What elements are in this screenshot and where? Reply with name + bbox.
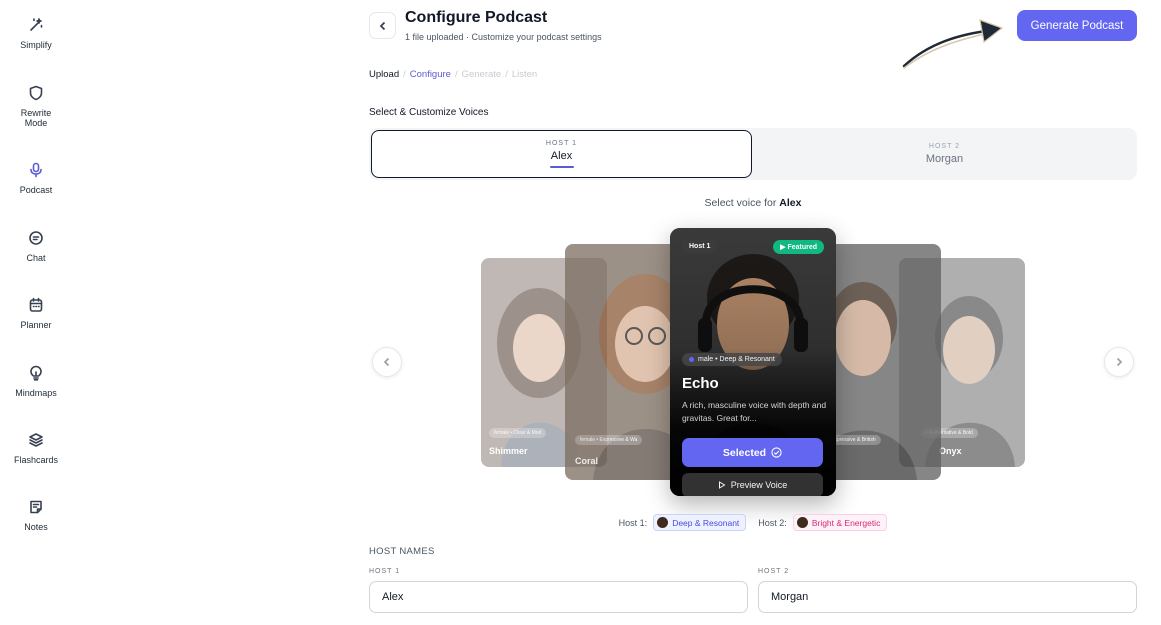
tab-host-2[interactable]: HOST 2 Morgan bbox=[752, 128, 1137, 180]
host-2-voice-pill: Bright & Energetic bbox=[792, 514, 888, 531]
tab-host-name: Morgan bbox=[925, 153, 964, 165]
voice-name: Shimmer bbox=[489, 446, 528, 456]
check-circle-icon bbox=[771, 447, 782, 458]
sidebar-item-label: Simplify bbox=[20, 40, 52, 50]
back-button[interactable] bbox=[369, 12, 396, 39]
play-icon bbox=[718, 481, 726, 489]
breadcrumb-upload[interactable]: Upload bbox=[369, 69, 399, 80]
magic-wand-icon bbox=[27, 16, 45, 34]
sidebar-item-label: Chat bbox=[26, 253, 46, 263]
host-2-field-label: HOST 2 bbox=[758, 568, 790, 575]
microphone-icon bbox=[27, 161, 45, 179]
voice-description: A rich, masculine voice with depth and g… bbox=[682, 400, 827, 423]
sidebar-item-notes[interactable]: Notes bbox=[0, 498, 72, 532]
sidebar: Simplify Rewrite Mode Podcast Chat Plann… bbox=[0, 0, 72, 625]
play-icon: ▶ bbox=[780, 244, 786, 251]
featured-badge: ▶ Featured bbox=[773, 240, 824, 254]
page-subtitle: 1 file uploaded · Customize your podcast… bbox=[405, 32, 602, 42]
sidebar-item-label: Podcast bbox=[19, 185, 53, 195]
select-voice-host: Alex bbox=[779, 197, 802, 209]
host-1-name-input[interactable] bbox=[369, 581, 748, 613]
host-badge: Host 1 bbox=[682, 240, 718, 253]
tab-label: HOST 2 bbox=[928, 143, 961, 150]
carousel-prev-button[interactable] bbox=[372, 347, 402, 377]
sidebar-item-label: Rewrite Mode bbox=[20, 108, 52, 128]
sidebar-item-planner[interactable]: Planner bbox=[0, 296, 72, 330]
sidebar-item-rewrite-mode[interactable]: Rewrite Mode bbox=[0, 84, 72, 128]
avatar bbox=[657, 517, 669, 528]
preview-voice-button[interactable]: Preview Voice bbox=[682, 473, 823, 496]
voice-carousel: female • Clear & Mod Shimmer • Authorita… bbox=[369, 215, 1137, 505]
host-2-summary-label: Host 2: bbox=[758, 517, 787, 528]
host-tabs: HOST 1 Alex HOST 2 Morgan bbox=[369, 128, 1137, 180]
breadcrumb-listen: Listen bbox=[511, 69, 538, 80]
voice-name: Onyx bbox=[939, 446, 962, 456]
sidebar-item-simplify[interactable]: Simplify bbox=[0, 16, 72, 50]
sidebar-item-podcast[interactable]: Podcast bbox=[0, 161, 72, 195]
sidebar-item-chat[interactable]: Chat bbox=[0, 229, 72, 263]
voice-trait-label: male • Deep & Resonant bbox=[698, 356, 775, 363]
curved-arrow-icon bbox=[902, 19, 1004, 69]
chevron-right-icon bbox=[1116, 357, 1123, 367]
lightbulb-icon bbox=[27, 364, 45, 382]
voice-tag: female • Expressive & Wa bbox=[575, 435, 643, 445]
host-1-voice-trait: Deep & Resonant bbox=[672, 517, 740, 528]
page-title: Configure Podcast bbox=[405, 9, 548, 26]
sidebar-item-flashcards[interactable]: Flashcards bbox=[0, 431, 72, 465]
trait-dot-icon bbox=[689, 356, 694, 362]
tab-label: HOST 1 bbox=[545, 140, 578, 147]
voice-name: Echo bbox=[682, 375, 719, 392]
layers-icon bbox=[27, 431, 45, 449]
host-1-voice-pill: Deep & Resonant bbox=[653, 514, 747, 531]
breadcrumb-configure: Configure bbox=[409, 69, 451, 80]
host-1-field-label: HOST 1 bbox=[369, 568, 401, 575]
voice-name: Coral bbox=[575, 456, 599, 466]
breadcrumb-separator: / bbox=[403, 69, 406, 80]
carousel-next-button[interactable] bbox=[1104, 347, 1134, 377]
avatar bbox=[796, 517, 808, 528]
tab-host-1[interactable]: HOST 1 Alex bbox=[371, 130, 752, 178]
sidebar-item-mindmaps[interactable]: Mindmaps bbox=[0, 364, 72, 398]
host-2-name-input[interactable] bbox=[758, 581, 1137, 613]
select-voice-heading: Select voice for Alex bbox=[369, 197, 1137, 209]
preview-voice-label: Preview Voice bbox=[730, 480, 788, 490]
voice-card-echo[interactable]: Host 1 ▶ Featured male • Deep & Resonant… bbox=[670, 228, 836, 496]
generate-podcast-button[interactable]: Generate Podcast bbox=[1017, 10, 1137, 41]
breadcrumb-generate: Generate bbox=[461, 69, 502, 80]
featured-label: Featured bbox=[787, 244, 817, 251]
chevron-left-icon bbox=[383, 357, 390, 367]
selected-label: Selected bbox=[722, 446, 767, 459]
chevron-left-icon bbox=[379, 21, 385, 30]
sidebar-item-label: Flashcards bbox=[13, 455, 58, 465]
sidebar-item-label: Notes bbox=[24, 522, 48, 532]
breadcrumb-separator: / bbox=[454, 69, 458, 80]
breadcrumb: Upload / Configure / Generate / Listen bbox=[369, 69, 537, 80]
selected-button[interactable]: Selected bbox=[682, 438, 823, 467]
voice-trait-badge: male • Deep & Resonant bbox=[682, 353, 782, 366]
host-1-summary-label: Host 1: bbox=[618, 517, 648, 528]
active-tab-indicator bbox=[549, 166, 574, 168]
section-title: Select & Customize Voices bbox=[369, 107, 489, 118]
sidebar-item-label: Mindmaps bbox=[15, 388, 57, 398]
breadcrumb-separator: / bbox=[505, 69, 508, 80]
host-names-heading: HOST NAMES bbox=[369, 546, 435, 557]
host-2-voice-trait: Bright & Energetic bbox=[811, 517, 881, 528]
select-voice-prefix: Select voice for bbox=[704, 197, 777, 209]
host-voice-summary: Host 1: Deep & Resonant Host 2: Bright &… bbox=[369, 514, 1137, 531]
shield-icon bbox=[27, 84, 45, 102]
voice-tag: female • Clear & Mod bbox=[489, 428, 547, 438]
calendar-icon bbox=[27, 296, 45, 314]
tab-host-name: Alex bbox=[550, 150, 573, 162]
sidebar-item-label: Planner bbox=[20, 320, 52, 330]
chat-bubble-icon bbox=[27, 229, 45, 247]
note-icon bbox=[27, 498, 45, 516]
